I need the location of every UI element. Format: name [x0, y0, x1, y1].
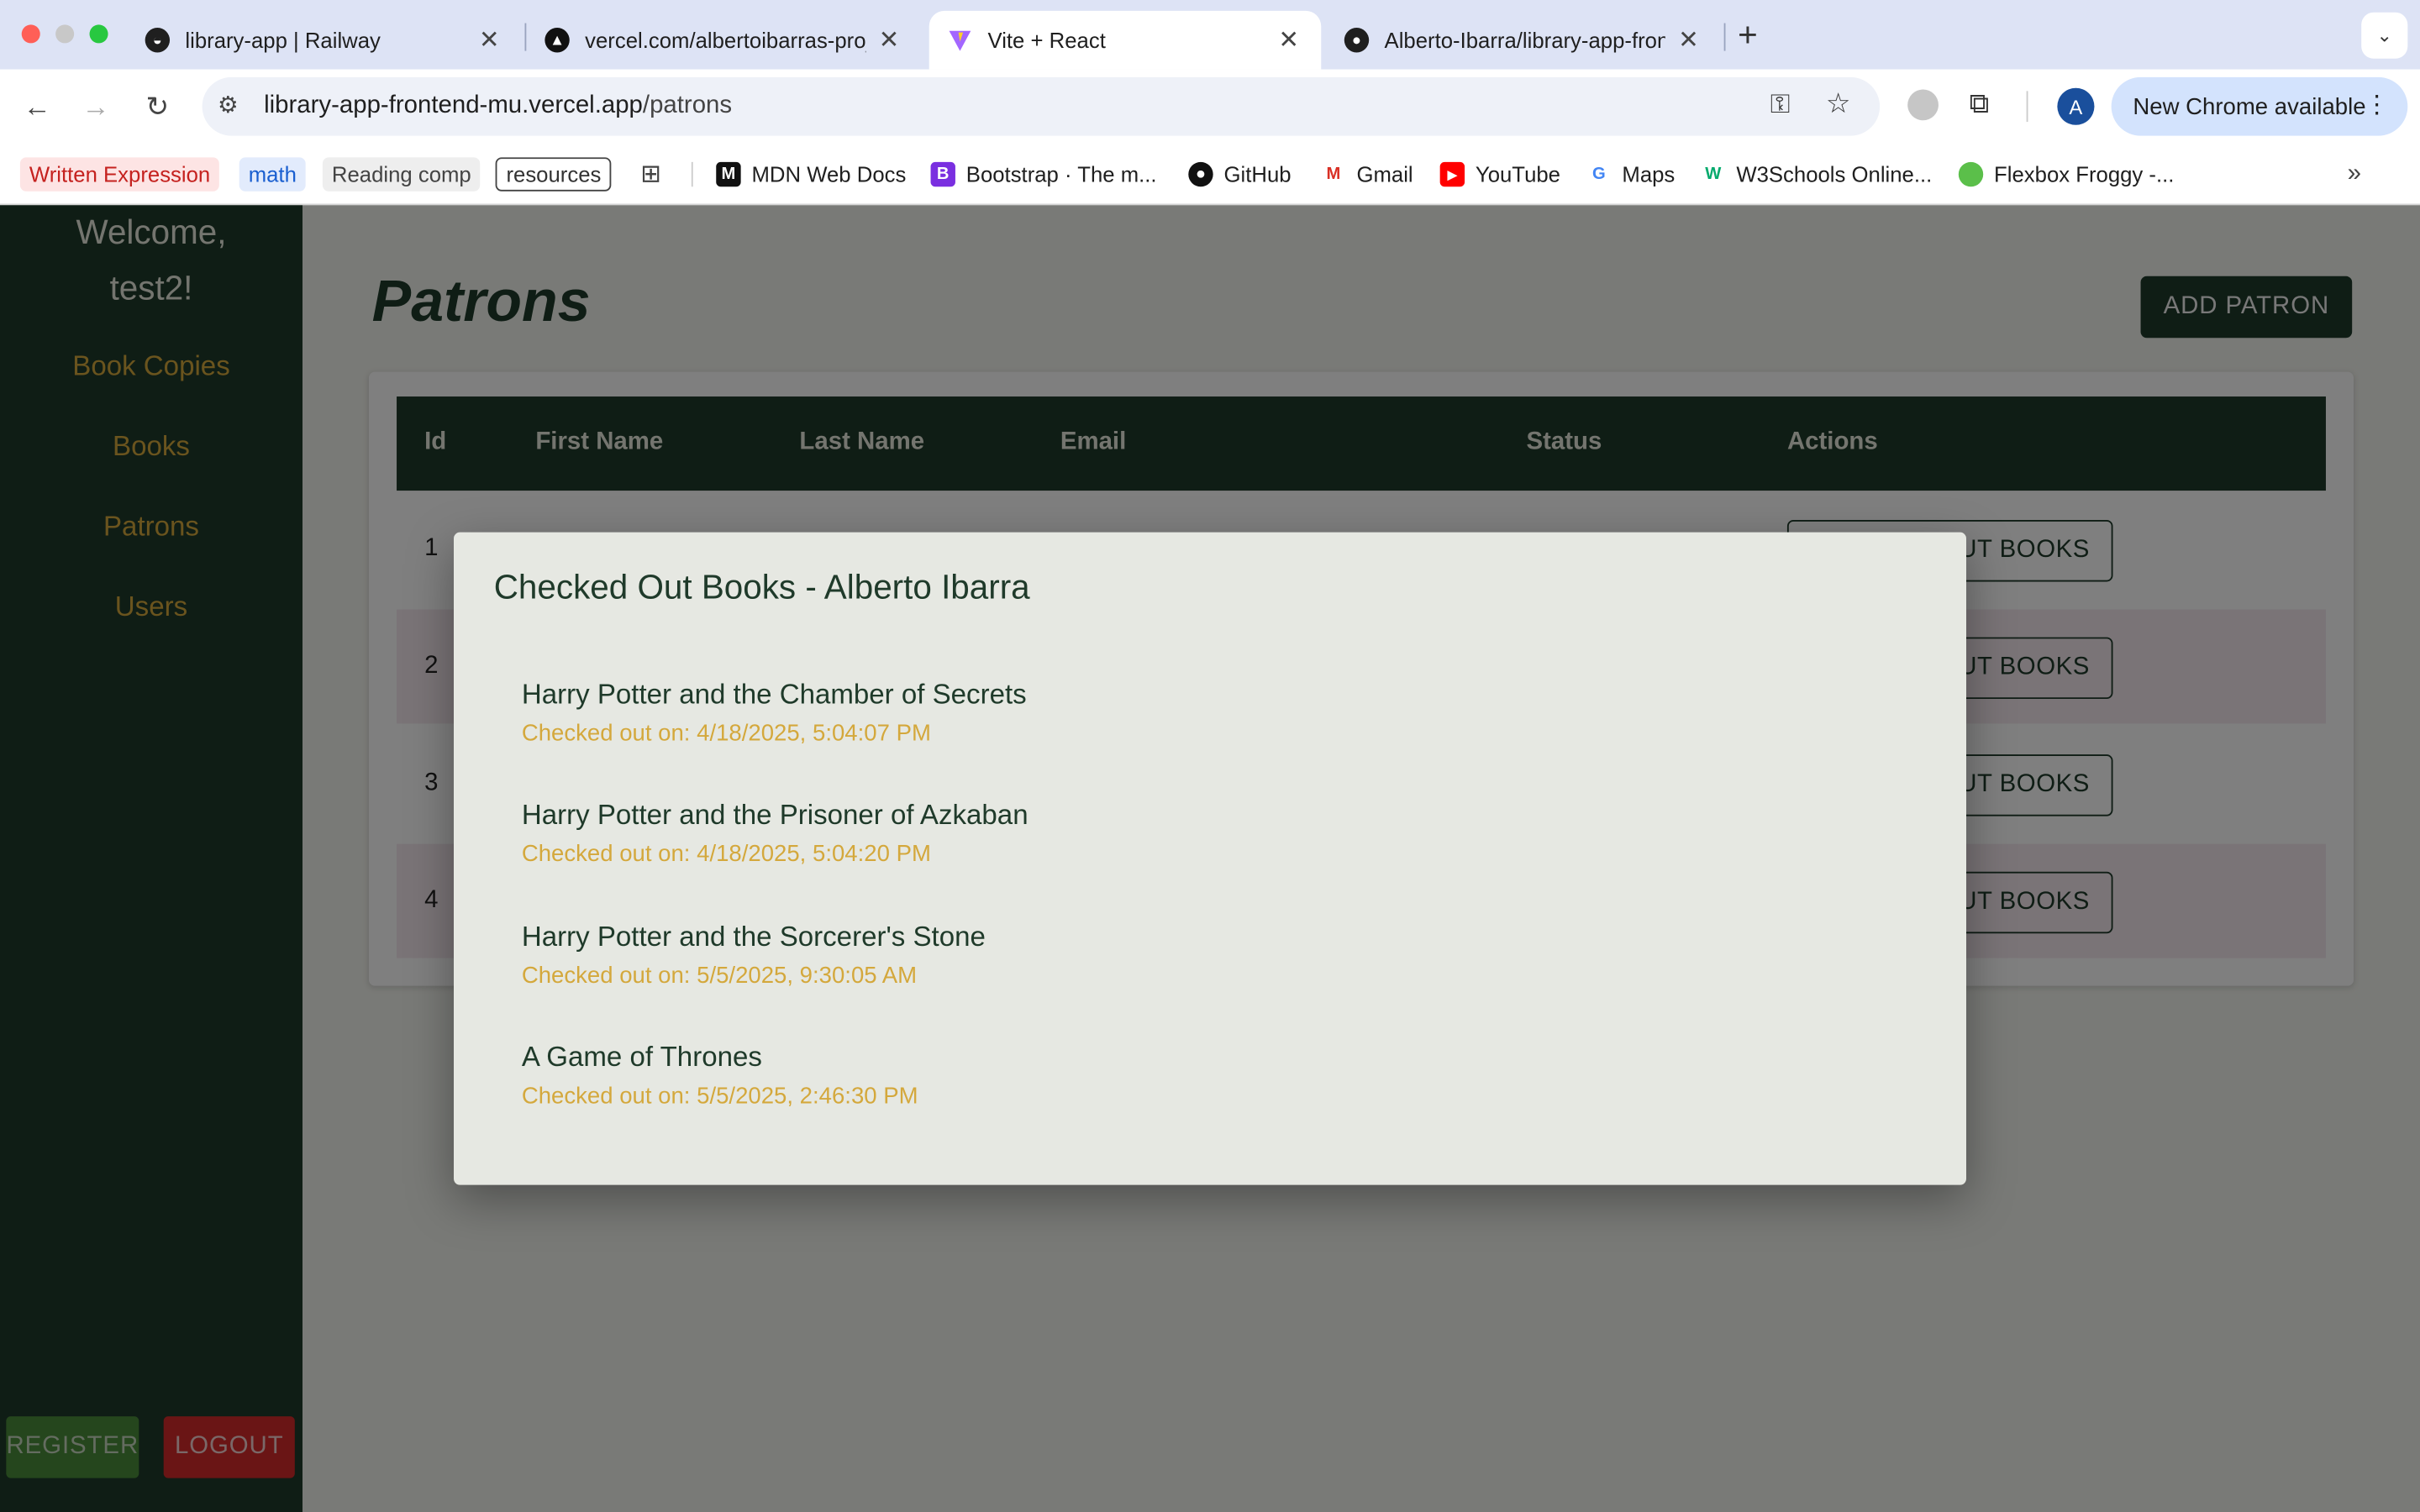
minimize-window-icon[interactable]: [55, 24, 75, 44]
maximize-window-icon[interactable]: [89, 24, 108, 44]
book-title: Harry Potter and the Chamber of Secrets: [521, 679, 1027, 710]
bookmark-written-expression[interactable]: Written Expression: [19, 157, 220, 192]
list-item: Harry Potter and the Prisoner of Azkaban…: [522, 799, 1028, 867]
tab-title: Vite + React: [987, 28, 1106, 53]
checked-out-books-modal: Checked Out Books - Alberto Ibarra Harry…: [454, 532, 1967, 1185]
extension-icon[interactable]: [1907, 89, 1939, 121]
close-window-icon[interactable]: [21, 24, 40, 44]
youtube-icon: ▶: [1439, 161, 1465, 187]
book-title: Harry Potter and the Prisoner of Azkaban: [521, 799, 1028, 831]
book-title: A Game of Thrones: [521, 1041, 762, 1073]
checkout-date: Checked out on: 5/5/2025, 2:46:30 PM: [521, 1083, 918, 1110]
bookmark-resources[interactable]: resources: [495, 157, 613, 192]
bookmark-label: Flexbox Froggy -...: [1994, 161, 2175, 187]
reload-icon[interactable]: ↻: [139, 88, 176, 125]
bookmark-label: GitHub: [1223, 161, 1292, 187]
bookmarks-bar: Written Expression math Reading comp res…: [0, 143, 2420, 206]
bookmark-star-icon[interactable]: ☆: [1826, 88, 1851, 121]
back-icon[interactable]: ←: [18, 88, 55, 125]
google-icon: G: [1586, 161, 1612, 187]
bookmark-maps[interactable]: G Maps: [1586, 157, 1675, 191]
tab-title: library-app | Railway: [185, 28, 381, 53]
bookmark-youtube[interactable]: ▶ YouTube: [1439, 157, 1560, 191]
gmail-icon: M: [1321, 161, 1346, 187]
checkout-date: Checked out on: 5/5/2025, 9:30:05 AM: [521, 963, 918, 990]
tab-title: vercel.com/albertoibarras-projects: [585, 28, 866, 53]
book-title: Harry Potter and the Sorcerer's Stone: [521, 921, 986, 953]
checkout-date: Checked out on: 4/18/2025, 5:04:07 PM: [521, 720, 931, 747]
list-item: Harry Potter and the Sorcerer's Stone Ch…: [522, 921, 986, 990]
forward-icon[interactable]: →: [77, 88, 114, 125]
more-bookmarks-icon[interactable]: »: [2348, 157, 2361, 191]
address-bar[interactable]: ⚙ library-app-frontend-mu.vercel.app/pat…: [202, 76, 1881, 136]
app-container: Welcome, test2! Book Copies Books Patron…: [0, 205, 2420, 1512]
close-tab-icon[interactable]: ✕: [875, 24, 902, 55]
bookmark-flexbox-froggy[interactable]: Flexbox Froggy -...: [1958, 157, 2175, 191]
checkout-date: Checked out on: 4/18/2025, 5:04:20 PM: [521, 841, 931, 868]
bookmark-label: W3Schools Online...: [1736, 161, 1933, 187]
github-icon: ●: [1188, 161, 1213, 187]
frog-icon: [1958, 161, 1984, 187]
tab-vercel[interactable]: ▲ vercel.com/albertoibarras-projects ✕: [526, 11, 921, 70]
bookmark-bootstrap[interactable]: B Bootstrap · The m...: [930, 157, 1157, 191]
site-info-icon[interactable]: ⚙: [218, 91, 239, 118]
tab-github[interactable]: ● Alberto-Ibarra/library-app-frontend ✕: [1326, 11, 1721, 70]
bookmark-w3schools[interactable]: W W3Schools Online...: [1701, 157, 1932, 191]
list-item: Harry Potter and the Chamber of Secrets …: [522, 679, 1027, 747]
vercel-icon: ▲: [544, 28, 570, 53]
bookmark-label: MDN Web Docs: [751, 161, 907, 187]
profile-avatar[interactable]: A: [2057, 87, 2095, 125]
tab-title: Alberto-Ibarra/library-app-frontend: [1384, 28, 1665, 53]
railway-icon: ◒: [145, 28, 171, 53]
bookmark-reading-comp[interactable]: Reading comp: [322, 157, 481, 192]
bookmark-label: Gmail: [1356, 161, 1413, 187]
github-icon: ●: [1344, 28, 1370, 53]
tab-search-icon[interactable]: ⌄: [2361, 12, 2408, 59]
tab-railway[interactable]: ◒ library-app | Railway ✕: [127, 11, 522, 70]
close-tab-icon[interactable]: ✕: [1275, 24, 1302, 55]
bookmark-label: YouTube: [1475, 161, 1560, 187]
mdn-icon: M: [716, 161, 741, 187]
bootstrap-icon: B: [930, 161, 955, 187]
new-chrome-label: New Chrome available: [2133, 93, 2366, 120]
url-path: /patrons: [642, 92, 733, 119]
new-chrome-available-button[interactable]: New Chrome available ⋮: [2111, 76, 2408, 136]
w3schools-icon: W: [1701, 161, 1726, 187]
browser-tab-strip: ◒ library-app | Railway ✕ ▲ vercel.com/a…: [0, 0, 2420, 70]
extensions-puzzle-icon[interactable]: ⧉: [1970, 88, 1990, 121]
bookmark-math[interactable]: math: [239, 157, 306, 192]
url-host: library-app-frontend-mu.vercel.app: [264, 92, 643, 119]
tab-vite-react[interactable]: Vite + React ✕: [929, 10, 1322, 70]
modal-title: Checked Out Books - Alberto Ibarra: [493, 567, 1030, 606]
bookmark-label: Maps: [1622, 161, 1676, 187]
bookmark-gmail[interactable]: M Gmail: [1321, 157, 1413, 191]
bookmark-label: Bootstrap · The m...: [965, 161, 1157, 187]
vite-icon: [948, 28, 972, 52]
list-item: A Game of Thrones Checked out on: 5/5/20…: [522, 1042, 918, 1110]
close-tab-icon[interactable]: ✕: [476, 24, 503, 55]
apps-grid-icon[interactable]: ⊞: [640, 157, 661, 191]
menu-dots-icon[interactable]: ⋮: [2365, 90, 2389, 121]
bookmark-mdn[interactable]: M MDN Web Docs: [716, 157, 906, 191]
new-tab-button[interactable]: +: [1738, 15, 1758, 55]
close-tab-icon[interactable]: ✕: [1675, 24, 1702, 55]
browser-toolbar: ← → ↻ ⚙ library-app-frontend-mu.vercel.a…: [0, 69, 2420, 144]
bookmark-github[interactable]: ● GitHub: [1188, 157, 1292, 191]
password-key-icon[interactable]: ⚿: [1770, 90, 1791, 121]
